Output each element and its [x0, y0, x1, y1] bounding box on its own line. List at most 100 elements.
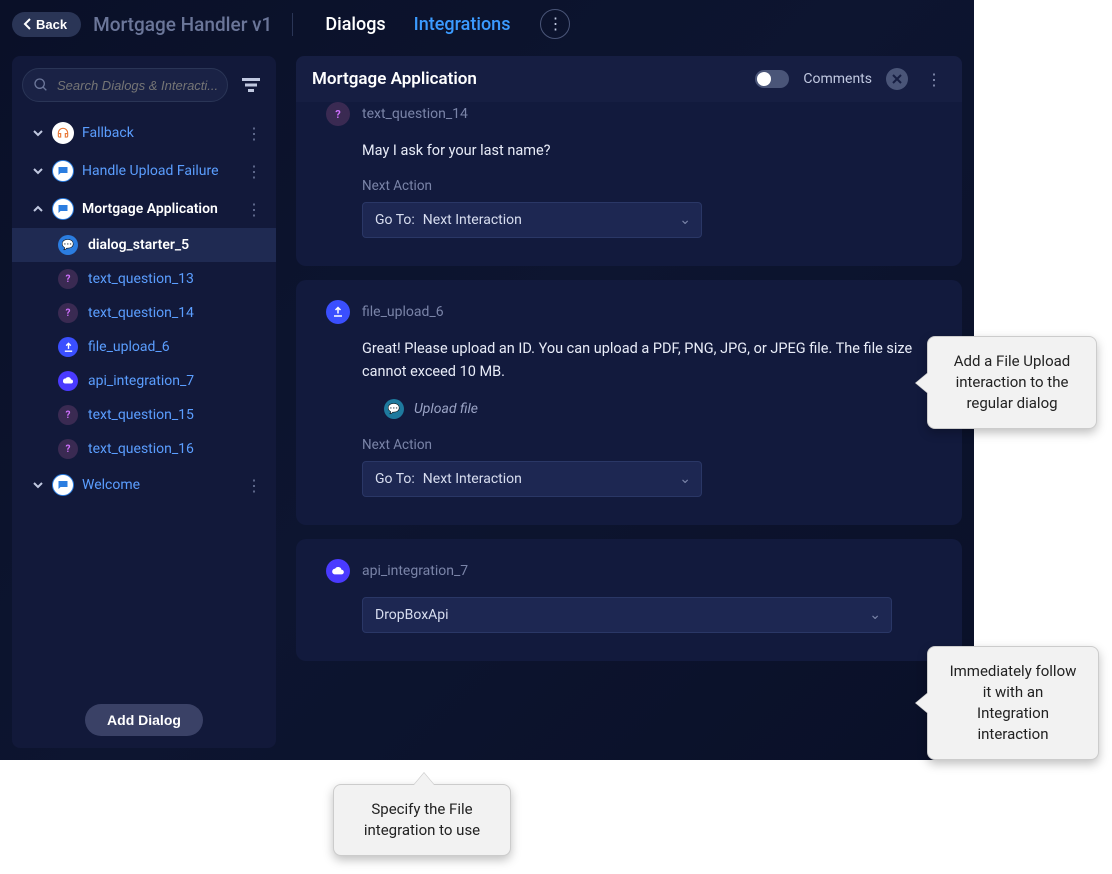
comments-label: Comments: [803, 71, 872, 87]
tree-item-handle-upload-failure[interactable]: Handle Upload Failure ⋮: [12, 152, 276, 190]
chat-icon: [57, 203, 69, 215]
tree-label: Handle Upload Failure: [82, 163, 234, 179]
callout-text: Specify the File integration to use: [364, 800, 480, 839]
api-cloud-icon: [326, 559, 350, 583]
child-text-question-15[interactable]: ? text_question_15: [12, 398, 276, 432]
tree-item-welcome[interactable]: Welcome ⋮: [12, 466, 276, 504]
child-text-question-13[interactable]: ? text_question_13: [12, 262, 276, 296]
card-text: May I ask for your last name?: [362, 140, 938, 162]
dialog-type-icon: [52, 122, 74, 144]
chevron-down-icon: ⌄: [679, 471, 691, 487]
question-icon: ?: [58, 439, 78, 459]
question-icon: ?: [58, 405, 78, 425]
next-action-label: Next Action: [362, 178, 938, 194]
chevron-down-icon: ⌄: [869, 607, 881, 623]
headset-icon: [56, 126, 70, 140]
integration-select[interactable]: DropBoxApi ⌄: [362, 597, 892, 633]
main-column: Mortgage Application Comments ⋮ ? text_q…: [296, 56, 962, 748]
next-action-select[interactable]: Go To: Next Interaction ⌄: [362, 461, 702, 497]
callout-integration: Immediately follow it with an Integratio…: [927, 646, 1099, 760]
child-file-upload-6[interactable]: file_upload_6: [12, 330, 276, 364]
child-label: text_question_13: [88, 271, 194, 287]
upload-hint-label: Upload file: [414, 401, 478, 417]
callout-file-upload: Add a File Upload interaction to the reg…: [927, 336, 1097, 429]
chat-icon: [57, 165, 69, 177]
next-action-select[interactable]: Go To: Next Interaction ⌄: [362, 202, 702, 238]
row-menu[interactable]: ⋮: [242, 200, 266, 219]
next-action-label: Next Action: [362, 437, 938, 453]
card-file-upload-6: file_upload_6 Great! Please upload an ID…: [296, 280, 962, 525]
goto-prefix: Go To:: [375, 471, 415, 487]
tab-dialogs[interactable]: Dialogs: [325, 14, 385, 35]
callout-arrow-icon: [916, 373, 928, 393]
integration-value: DropBoxApi: [375, 607, 449, 623]
api-cloud-icon: [58, 371, 78, 391]
file-upload-icon: [58, 337, 78, 357]
back-button[interactable]: Back: [12, 12, 81, 37]
chat-bubble-icon: 💬: [384, 399, 404, 419]
search-wrap: [22, 68, 228, 102]
card-body: DropBoxApi ⌄: [326, 597, 938, 633]
question-icon: ?: [58, 269, 78, 289]
file-upload-icon: [326, 300, 350, 324]
chat-icon: [57, 479, 69, 491]
card-body: Great! Please upload an ID. You can uplo…: [326, 338, 938, 497]
main-body: ? text_question_14 May I ask for your la…: [296, 102, 962, 748]
add-dialog-button[interactable]: Add Dialog: [85, 704, 203, 736]
sidebar: Fallback ⋮ Handle Upload Failure ⋮: [12, 56, 276, 748]
layout: Fallback ⋮ Handle Upload Failure ⋮: [0, 48, 974, 760]
callout-arrow-icon: [414, 773, 434, 785]
callout-text: Immediately follow it with an Integratio…: [950, 662, 1077, 743]
search-icon: [33, 77, 49, 93]
goto-value: Next Interaction: [423, 471, 522, 487]
back-label: Back: [36, 17, 67, 32]
topbar: Back Mortgage Handler v1 Dialogs Integra…: [0, 0, 974, 48]
tree-item-mortgage-application[interactable]: Mortgage Application ⋮: [12, 190, 276, 228]
search-row: [12, 56, 276, 114]
question-icon: ?: [326, 102, 350, 126]
dialog-tree: Fallback ⋮ Handle Upload Failure ⋮: [12, 114, 276, 692]
callout-arrow-icon: [916, 693, 928, 713]
row-menu[interactable]: ⋮: [242, 124, 266, 143]
child-text-question-14[interactable]: ? text_question_14: [12, 296, 276, 330]
chevron-down-icon: ⌄: [679, 212, 691, 228]
cloud-icon: [62, 376, 74, 386]
upload-icon: [63, 342, 74, 353]
filter-button[interactable]: [236, 70, 266, 100]
chevron-left-icon: [22, 18, 34, 30]
chevron-down-icon: [32, 165, 44, 177]
callout-specify-integration: Specify the File integration to use: [333, 784, 511, 856]
main-header: Mortgage Application Comments ⋮: [296, 56, 962, 102]
tree-item-fallback[interactable]: Fallback ⋮: [12, 114, 276, 152]
comments-toggle[interactable]: [755, 70, 789, 88]
search-input[interactable]: [57, 78, 217, 93]
chevron-up-icon: [32, 203, 44, 215]
tree-label: Welcome: [82, 477, 234, 493]
chevron-down-icon: [32, 479, 44, 491]
card-head: api_integration_7: [326, 559, 938, 583]
card-head: ? text_question_14: [326, 102, 938, 126]
main-menu-button[interactable]: ⋮: [922, 70, 946, 89]
child-label: api_integration_7: [88, 373, 194, 389]
chevron-down-icon: [32, 127, 44, 139]
row-menu[interactable]: ⋮: [242, 476, 266, 495]
app-frame: Back Mortgage Handler v1 Dialogs Integra…: [0, 0, 974, 760]
tab-integrations[interactable]: Integrations: [414, 14, 511, 35]
upload-icon: [332, 306, 344, 318]
child-label: file_upload_6: [88, 339, 170, 355]
chat-bubble-icon: 💬: [58, 235, 78, 255]
close-icon: [892, 74, 902, 84]
child-api-integration-7[interactable]: api_integration_7: [12, 364, 276, 398]
card-name: text_question_14: [362, 106, 468, 122]
child-label: text_question_16: [88, 441, 194, 457]
goto-prefix: Go To:: [375, 212, 415, 228]
close-button[interactable]: [886, 68, 908, 90]
cloud-icon: [331, 566, 345, 577]
row-menu[interactable]: ⋮: [242, 162, 266, 181]
page-title: Mortgage Application: [312, 69, 741, 89]
card-text: Great! Please upload an ID. You can uplo…: [362, 338, 938, 383]
dialog-type-icon: [52, 198, 74, 220]
header-menu-button[interactable]: ⋮: [540, 9, 570, 39]
child-text-question-16[interactable]: ? text_question_16: [12, 432, 276, 466]
child-dialog-starter-5[interactable]: 💬 dialog_starter_5: [12, 228, 276, 262]
